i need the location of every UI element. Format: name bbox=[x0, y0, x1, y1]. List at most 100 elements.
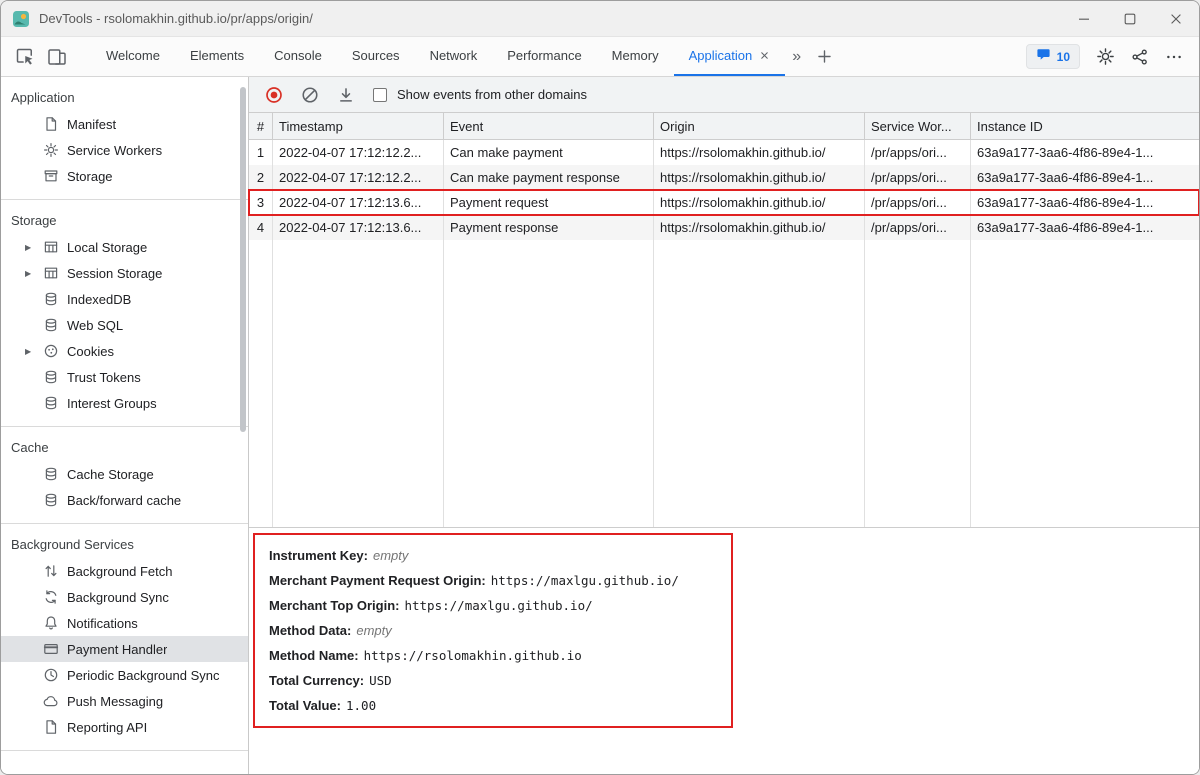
tab-elements[interactable]: Elements bbox=[175, 37, 259, 76]
expand-arrow-icon[interactable]: ▶ bbox=[25, 269, 43, 278]
table-cell: https://rsolomakhin.github.io/ bbox=[654, 215, 865, 240]
issues-counter-button[interactable]: 10 bbox=[1026, 44, 1080, 69]
detail-field-label: Merchant Payment Request Origin: bbox=[269, 573, 486, 588]
tab-console[interactable]: Console bbox=[259, 37, 337, 76]
database-icon bbox=[43, 492, 59, 508]
sidebar-item-back-forward-cache[interactable]: Back/forward cache bbox=[1, 487, 248, 513]
table-cell: 1 bbox=[249, 140, 273, 165]
clear-button[interactable] bbox=[301, 86, 319, 104]
table-cell: 2022-04-07 17:12:12.2... bbox=[273, 165, 444, 190]
inspect-element-button[interactable] bbox=[9, 41, 41, 73]
device-toolbar-button[interactable] bbox=[41, 41, 73, 73]
sidebar-item-local-storage[interactable]: ▶Local Storage bbox=[1, 234, 248, 260]
notifications-icon bbox=[43, 615, 59, 631]
tab-sources[interactable]: Sources bbox=[337, 37, 415, 76]
sidebar-item-push-messaging[interactable]: Push Messaging bbox=[1, 688, 248, 714]
toolbar-right-cluster: 10 bbox=[1026, 44, 1199, 69]
sidebar-item-cache-storage[interactable]: Cache Storage bbox=[1, 461, 248, 487]
table-row[interactable]: 42022-04-07 17:12:13.6...Payment respons… bbox=[249, 215, 1199, 240]
column-header-instance-id: Instance ID bbox=[971, 113, 1199, 139]
table-cell: /pr/apps/ori... bbox=[865, 140, 971, 165]
table-cell: https://rsolomakhin.github.io/ bbox=[654, 190, 865, 215]
detail-field-merchant-top-origin: Merchant Top Origin:https://maxlgu.githu… bbox=[269, 593, 717, 618]
sidebar-item-label: Push Messaging bbox=[67, 694, 163, 709]
sidebar-scrollbar[interactable] bbox=[240, 87, 246, 432]
settings-gear-icon[interactable] bbox=[1096, 47, 1115, 66]
sidebar-item-web-sql[interactable]: Web SQL bbox=[1, 312, 248, 338]
column-header-timestamp: Timestamp bbox=[273, 113, 444, 139]
events-table-body: 12022-04-07 17:12:12.2...Can make paymen… bbox=[249, 140, 1199, 240]
detail-field-method-data: Method Data:empty bbox=[269, 618, 717, 643]
sidebar-item-interest-groups[interactable]: Interest Groups bbox=[1, 390, 248, 416]
table-cell: Payment response bbox=[444, 215, 654, 240]
column-header-event: Event bbox=[444, 113, 654, 139]
tab-label: Network bbox=[430, 48, 478, 63]
tab-label: Welcome bbox=[106, 48, 160, 63]
sidebar-item-reporting-api[interactable]: Reporting API bbox=[1, 714, 248, 740]
table-row[interactable]: 12022-04-07 17:12:12.2...Can make paymen… bbox=[249, 140, 1199, 165]
sidebar-item-payment-handler[interactable]: Payment Handler bbox=[1, 636, 248, 662]
expand-arrow-icon[interactable]: ▶ bbox=[25, 347, 43, 356]
sidebar-section-title: Application bbox=[1, 85, 248, 111]
more-tools-button[interactable] bbox=[808, 41, 840, 73]
column-header-: # bbox=[249, 113, 273, 139]
more-options-icon[interactable] bbox=[1165, 48, 1183, 66]
sidebar-item-label: Periodic Background Sync bbox=[67, 668, 219, 683]
tab-close-icon[interactable] bbox=[759, 50, 770, 61]
sidebar-item-background-fetch[interactable]: Background Fetch bbox=[1, 558, 248, 584]
sidebar-item-service-workers[interactable]: Service Workers bbox=[1, 137, 248, 163]
feedback-icon[interactable] bbox=[1131, 48, 1149, 66]
database-icon bbox=[43, 395, 59, 411]
sidebar-item-periodic-background-sync[interactable]: Periodic Background Sync bbox=[1, 662, 248, 688]
sidebar-item-session-storage[interactable]: ▶Session Storage bbox=[1, 260, 248, 286]
database-icon bbox=[43, 466, 59, 482]
table-row[interactable]: 22022-04-07 17:12:12.2...Can make paymen… bbox=[249, 165, 1199, 190]
expand-arrow-icon[interactable]: ▶ bbox=[25, 243, 43, 252]
storage-icon bbox=[43, 168, 59, 184]
cloud-icon bbox=[43, 693, 59, 709]
tab-performance[interactable]: Performance bbox=[492, 37, 596, 76]
tab-label: Elements bbox=[190, 48, 244, 63]
devtools-toolbar: Welcome Elements ConsoleSources Network Perf… bbox=[1, 37, 1199, 77]
detail-field-value: https://maxlgu.github.io/ bbox=[491, 573, 679, 588]
show-other-domains-checkbox[interactable] bbox=[373, 88, 387, 102]
tab-application[interactable]: Application bbox=[674, 37, 786, 76]
detail-field-value: https://maxlgu.github.io/ bbox=[404, 598, 592, 613]
title-bar: DevTools - rsolomakhin.github.io/pr/apps… bbox=[1, 1, 1199, 37]
event-details-panel: Instrument Key:emptyMerchant Payment Req… bbox=[249, 527, 1199, 774]
close-button[interactable] bbox=[1153, 1, 1199, 36]
record-button[interactable] bbox=[265, 86, 283, 104]
detail-field-label: Method Name: bbox=[269, 648, 359, 663]
empty-column bbox=[865, 240, 971, 527]
issues-count: 10 bbox=[1057, 50, 1070, 64]
tab-welcome[interactable]: Welcome bbox=[91, 37, 175, 76]
minimize-button[interactable] bbox=[1061, 1, 1107, 36]
sidebar-item-indexeddb[interactable]: IndexedDB bbox=[1, 286, 248, 312]
sidebar-item-trust-tokens[interactable]: Trust Tokens bbox=[1, 364, 248, 390]
sidebar-item-label: Service Workers bbox=[67, 143, 162, 158]
report-icon bbox=[43, 719, 59, 735]
table-cell: https://rsolomakhin.github.io/ bbox=[654, 140, 865, 165]
background-sync-icon bbox=[43, 589, 59, 605]
download-button[interactable] bbox=[337, 86, 355, 104]
sidebar-item-storage[interactable]: Storage bbox=[1, 163, 248, 189]
sidebar-item-label: Cookies bbox=[67, 344, 114, 359]
sidebar-item-background-sync[interactable]: Background Sync bbox=[1, 584, 248, 610]
column-header-origin: Origin bbox=[654, 113, 865, 139]
sidebar-item-manifest[interactable]: Manifest bbox=[1, 111, 248, 137]
show-other-domains-label[interactable]: Show events from other domains bbox=[397, 87, 587, 102]
tab-memory[interactable]: Memory bbox=[597, 37, 674, 76]
detail-field-value: USD bbox=[369, 673, 392, 688]
table-cell: 2022-04-07 17:12:12.2... bbox=[273, 140, 444, 165]
sidebar-item-notifications[interactable]: Notifications bbox=[1, 610, 248, 636]
more-tabs-icon[interactable]: » bbox=[785, 48, 808, 66]
table-cell: /pr/apps/ori... bbox=[865, 165, 971, 190]
maximize-button[interactable] bbox=[1107, 1, 1153, 36]
table-cell: Payment request bbox=[444, 190, 654, 215]
table-cell: 2022-04-07 17:12:13.6... bbox=[273, 190, 444, 215]
tab-network[interactable]: Network bbox=[415, 37, 493, 76]
sidebar-item-cookies[interactable]: ▶ Cookies bbox=[1, 338, 248, 364]
empty-column bbox=[249, 240, 273, 527]
sidebar-section-title: Background Services bbox=[1, 532, 248, 558]
table-row[interactable]: 32022-04-07 17:12:13.6...Payment request… bbox=[249, 190, 1199, 215]
